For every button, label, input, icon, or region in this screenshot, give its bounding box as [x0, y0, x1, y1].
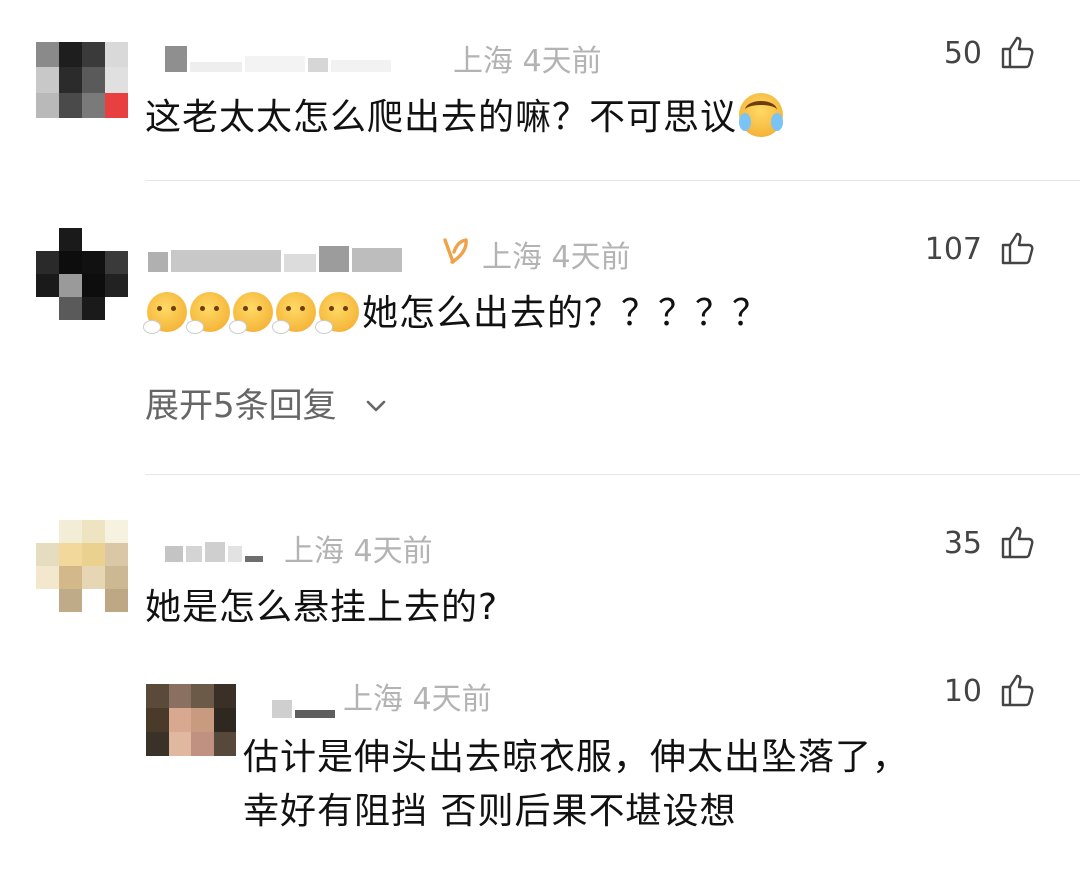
location: 上海 [482, 240, 542, 275]
chevron-down-icon [367, 400, 386, 412]
like-count: 107 [924, 232, 982, 267]
username[interactable] [148, 246, 402, 272]
thumbs-up-icon[interactable] [1000, 672, 1036, 708]
sad-emoji-icon [186, 292, 230, 334]
thumbs-up-icon[interactable] [1000, 230, 1036, 266]
reply-meta: 上海 4天前 [343, 674, 492, 718]
timestamp: 4天前 [353, 534, 433, 569]
comment-text: 这老太太怎么爬出去的嘛？不可思议 [145, 88, 784, 140]
location: 上海 [343, 682, 403, 717]
timestamp: 4天前 [522, 44, 602, 79]
timestamp: 4天前 [551, 240, 631, 275]
comment-text: 她怎么出去的？？？？？ [143, 284, 769, 336]
divider [145, 180, 1080, 181]
username[interactable] [272, 692, 335, 718]
comment-meta: 上海 4天前 [284, 526, 433, 570]
comment-meta: 上海 4天前 [453, 36, 602, 80]
comment-text: 她是怎么悬挂上去的? [145, 587, 499, 628]
avatar[interactable] [36, 42, 128, 118]
sad-emoji-icon [272, 292, 316, 334]
sad-emoji-icon [229, 292, 273, 334]
thumbs-up-icon[interactable] [1000, 34, 1036, 70]
reply-text-line1: 估计是伸头出去晾衣服，伸太出坠落了， [243, 737, 910, 778]
avatar[interactable] [36, 520, 128, 612]
avatar[interactable] [36, 228, 128, 320]
reply-avatar[interactable] [146, 684, 236, 756]
username[interactable] [165, 46, 391, 72]
username[interactable] [165, 536, 263, 562]
comment-meta: 上海 4天前 [482, 232, 631, 276]
like-count: 10 [943, 674, 982, 709]
location: 上海 [284, 534, 344, 569]
like-count: 50 [943, 36, 982, 71]
laughing-crying-emoji-icon [739, 93, 784, 137]
vip-badge-icon [443, 238, 468, 264]
location: 上海 [453, 44, 513, 79]
thumbs-up-icon[interactable] [1000, 524, 1036, 560]
expand-replies-button[interactable]: 展开5条回复 [145, 378, 387, 427]
sad-emoji-icon [143, 292, 187, 334]
like-count: 35 [943, 526, 982, 561]
sad-emoji-icon [315, 292, 359, 334]
reply-text-line2: 幸好有阻挡 否则后果不堪设想 [243, 791, 737, 832]
divider [145, 474, 1080, 475]
timestamp: 4天前 [412, 682, 492, 717]
